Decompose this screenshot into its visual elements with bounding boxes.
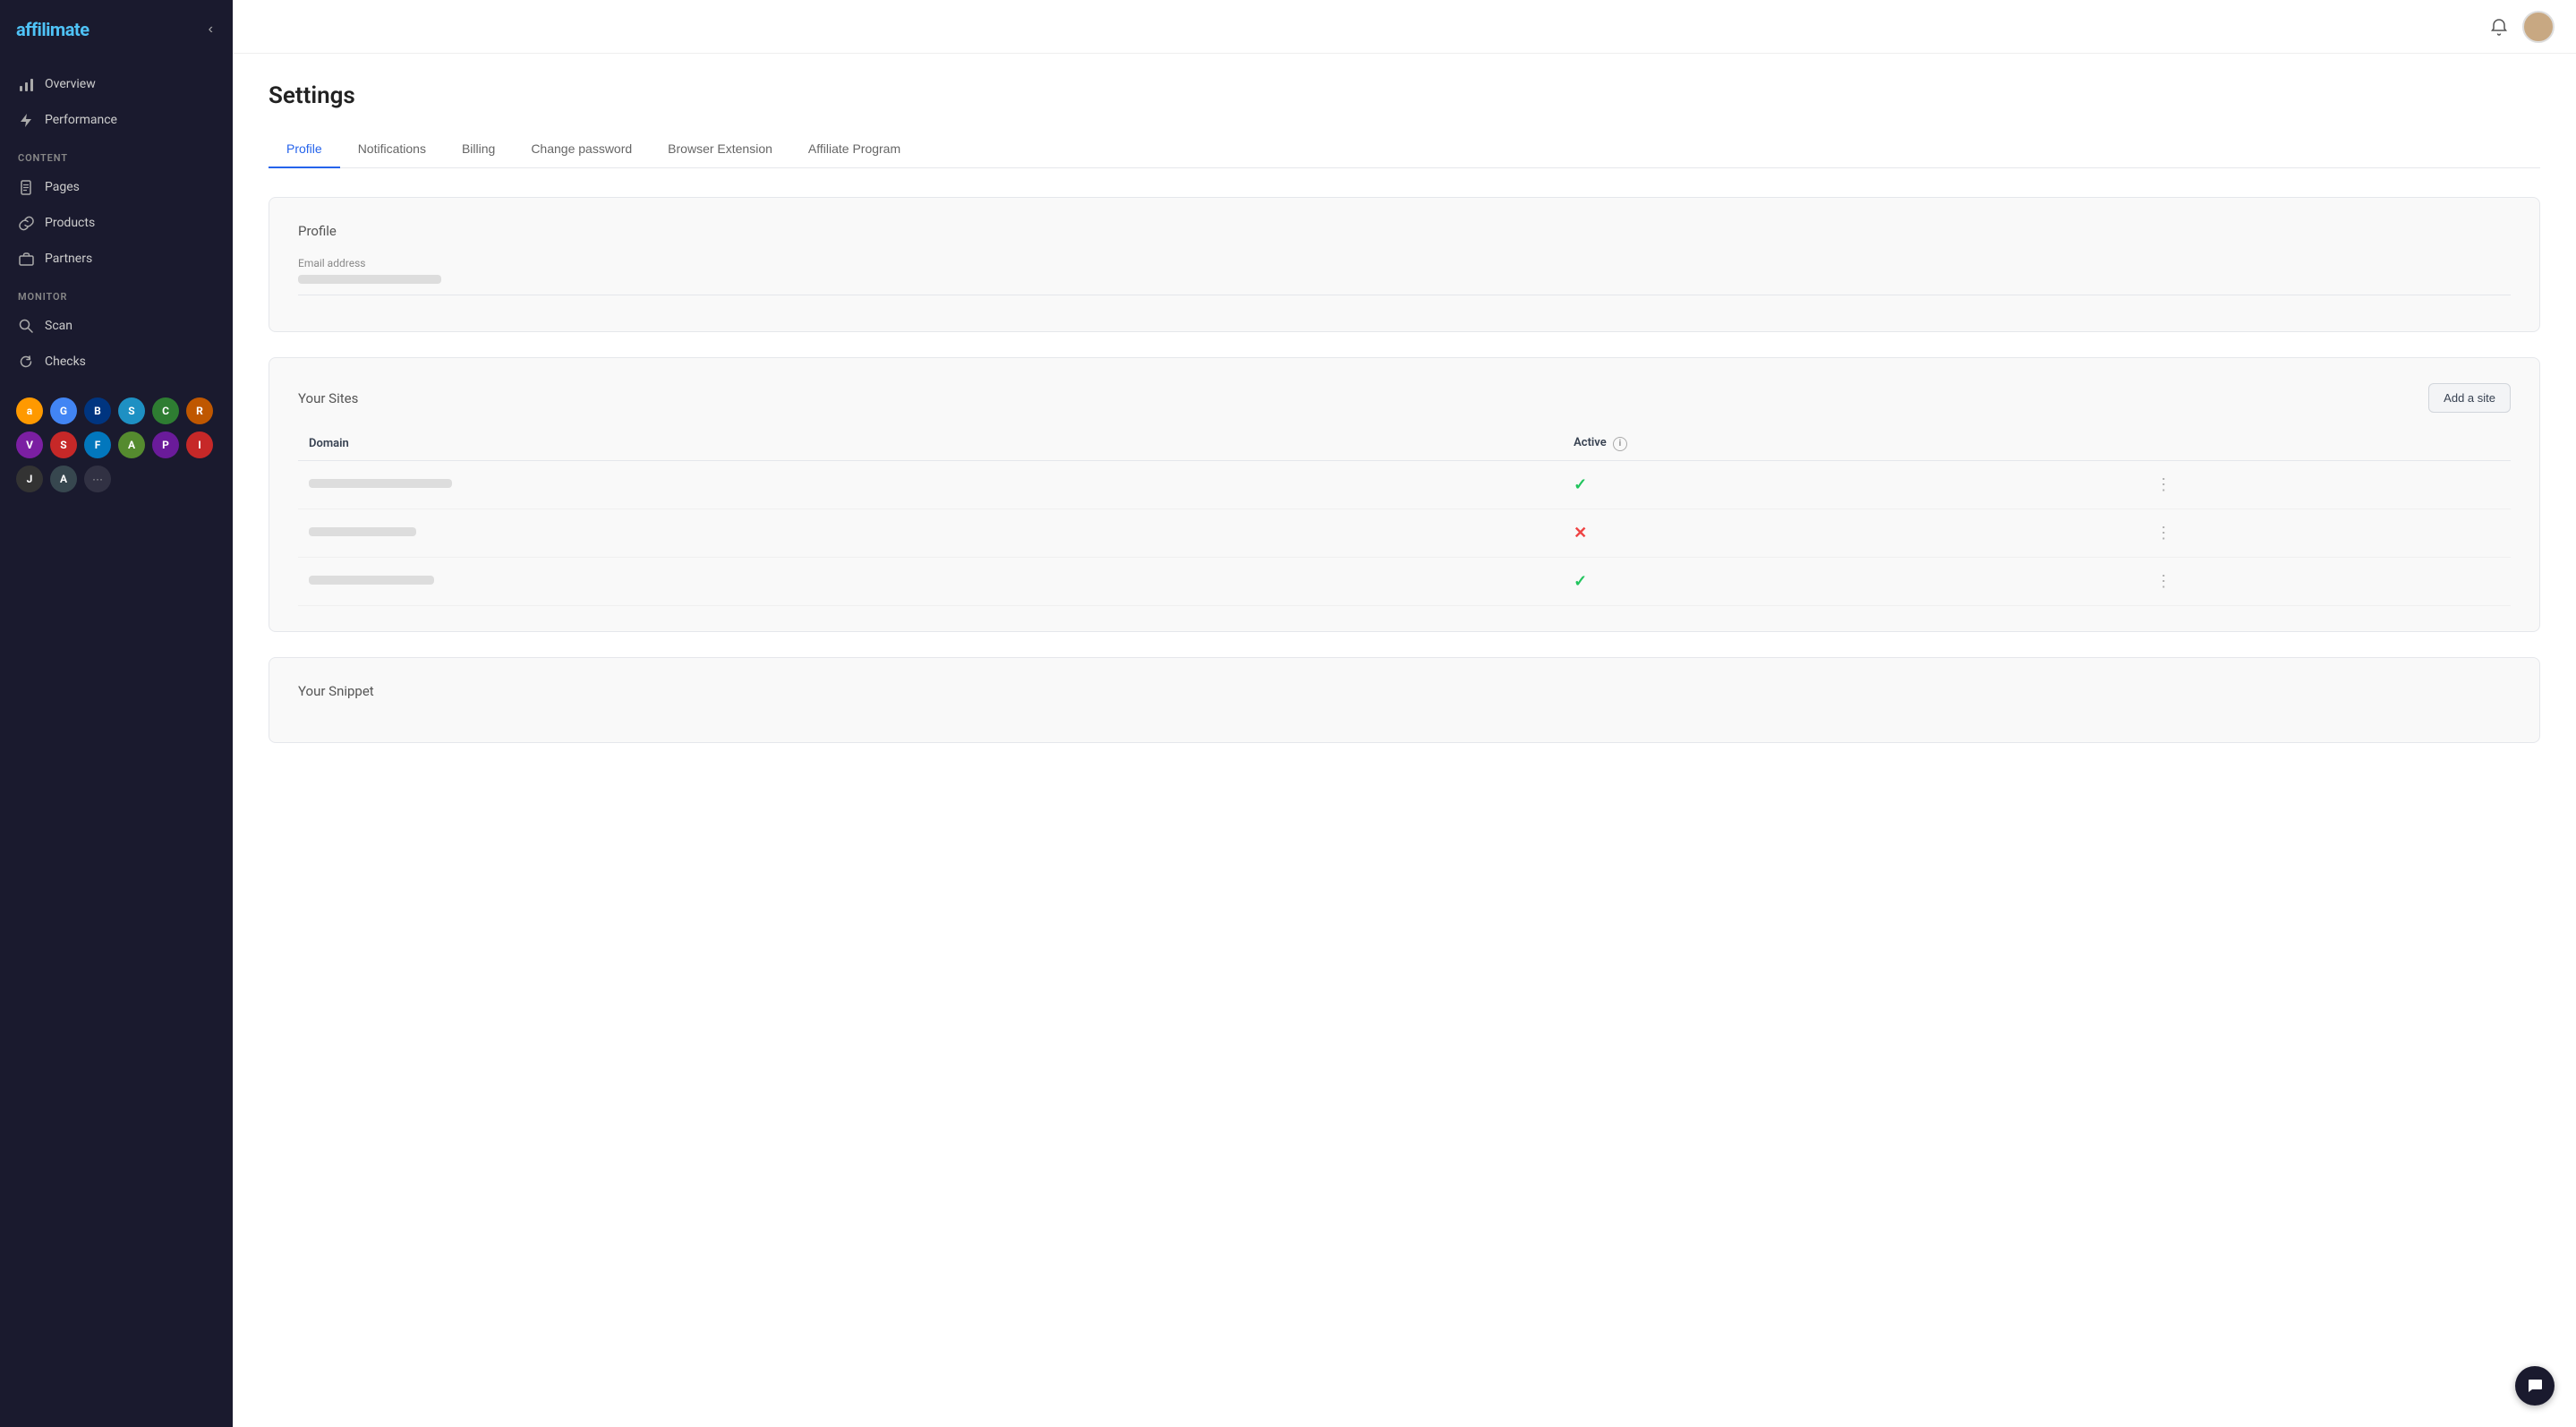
table-row: ✕ ⋮ <box>298 508 2511 557</box>
active-label: Active <box>1574 436 1607 449</box>
actions-cell: ⋮ <box>2139 557 2511 605</box>
partner-icon-jrp[interactable]: J <box>16 466 43 492</box>
sites-table-body: ✓ ⋮ ✕ ⋮ <box>298 460 2511 605</box>
email-field-label: Email address <box>298 257 2511 269</box>
table-row: ✓ ⋮ <box>298 460 2511 508</box>
domain-cell <box>298 508 1563 557</box>
sidebar-item-performance[interactable]: Performance <box>0 102 233 138</box>
row-actions-button[interactable]: ⋮ <box>2150 474 2177 496</box>
content-section-label: CONTENT <box>0 138 233 169</box>
partner-icon-impact[interactable]: I <box>186 432 213 458</box>
active-check-icon: ✓ <box>1574 475 1587 494</box>
sites-section: Your Sites Add a site Domain Active i <box>269 357 2540 632</box>
partner-icon-flexoffers[interactable]: F <box>84 432 111 458</box>
sidebar: affilimate ‹ Overview Performance <box>0 0 233 1427</box>
briefcase-icon <box>18 251 34 267</box>
chat-support-button[interactable] <box>2515 1366 2555 1406</box>
refresh-icon <box>18 354 34 370</box>
partner-icon-amazon[interactable]: a <box>16 397 43 424</box>
sidebar-item-label: Pages <box>45 180 80 194</box>
profile-section: Profile Email address <box>269 197 2540 332</box>
snippet-section: Your Snippet <box>269 657 2540 743</box>
active-info-icon[interactable]: i <box>1613 437 1627 451</box>
sidebar-collapse-button[interactable]: ‹ <box>205 18 217 41</box>
partner-icon-google[interactable]: G <box>50 397 77 424</box>
partner-icon-shareasale[interactable]: S <box>50 432 77 458</box>
monitor-section-label: MONITOR <box>0 277 233 308</box>
tab-browser-extension[interactable]: Browser Extension <box>650 131 790 168</box>
sidebar-item-label: Scan <box>45 319 73 333</box>
sidebar-item-label: Overview <box>45 77 96 91</box>
sites-section-title: Your Sites <box>298 390 358 406</box>
sidebar-item-partners[interactable]: Partners <box>0 241 233 277</box>
inactive-x-icon: ✕ <box>1574 524 1587 543</box>
link-icon <box>18 215 34 231</box>
tab-billing[interactable]: Billing <box>444 131 513 168</box>
tab-notifications[interactable]: Notifications <box>340 131 444 168</box>
sidebar-item-products[interactable]: Products <box>0 205 233 241</box>
search-icon <box>18 318 34 334</box>
actions-cell: ⋮ <box>2139 508 2511 557</box>
actions-cell: ⋮ <box>2139 460 2511 508</box>
partner-icons-grid: a G B S C R V S F A P I J A ··· <box>0 387 233 503</box>
tab-change-password[interactable]: Change password <box>513 131 650 168</box>
sidebar-item-label: Partners <box>45 252 92 266</box>
active-check-icon: ✓ <box>1574 572 1587 591</box>
sidebar-item-label: Checks <box>45 355 86 369</box>
domain-placeholder <box>309 479 452 488</box>
snippet-section-title: Your Snippet <box>298 683 2511 699</box>
active-cell: ✕ <box>1563 508 2139 557</box>
sidebar-item-label: Products <box>45 216 95 230</box>
domain-placeholder <box>309 576 434 585</box>
sites-section-header: Your Sites Add a site <box>298 383 2511 413</box>
lightning-icon <box>18 112 34 128</box>
page-title: Settings <box>269 82 2540 109</box>
sidebar-item-overview[interactable]: Overview <box>0 66 233 102</box>
main-content: Settings Profile Notifications Billing C… <box>233 0 2576 1427</box>
sidebar-item-pages[interactable]: Pages <box>0 169 233 205</box>
row-actions-button[interactable]: ⋮ <box>2150 522 2177 544</box>
domain-placeholder <box>309 527 416 536</box>
sidebar-nav: Overview Performance CONTENT Page <box>0 59 233 387</box>
sidebar-item-label: Performance <box>45 113 117 127</box>
app-logo: affilimate <box>16 19 90 40</box>
tab-affiliate-program[interactable]: Affiliate Program <box>790 131 918 168</box>
email-value-placeholder <box>298 275 441 284</box>
page-icon <box>18 179 34 195</box>
partner-icon-rakuten[interactable]: R <box>186 397 213 424</box>
partner-icons-more-button[interactable]: ··· <box>84 466 111 492</box>
partner-icon-skimlinks[interactable]: S <box>118 397 145 424</box>
table-row: ✓ ⋮ <box>298 557 2511 605</box>
partner-icon-booking[interactable]: B <box>84 397 111 424</box>
notifications-bell-button[interactable] <box>2490 18 2508 36</box>
logo-text: affilimate <box>16 19 90 40</box>
partner-icon-other[interactable]: A <box>50 466 77 492</box>
active-cell: ✓ <box>1563 460 2139 508</box>
partner-icon-cj[interactable]: C <box>152 397 179 424</box>
content-area: Settings Profile Notifications Billing C… <box>233 54 2576 1427</box>
topbar <box>233 0 2576 54</box>
sites-table: Domain Active i ✓ <box>298 427 2511 606</box>
user-avatar[interactable] <box>2522 11 2555 43</box>
partner-icon-awin[interactable]: A <box>118 432 145 458</box>
domain-column-header: Domain <box>298 427 1563 460</box>
partner-icon-viglink[interactable]: V <box>16 432 43 458</box>
sidebar-item-scan[interactable]: Scan <box>0 308 233 344</box>
active-column-header: Active i <box>1563 427 2139 460</box>
partner-icon-partnerize[interactable]: P <box>152 432 179 458</box>
active-cell: ✓ <box>1563 557 2139 605</box>
settings-tabs: Profile Notifications Billing Change pas… <box>269 131 2540 168</box>
domain-cell <box>298 557 1563 605</box>
sidebar-header: affilimate ‹ <box>0 0 233 59</box>
add-site-button[interactable]: Add a site <box>2428 383 2511 413</box>
sidebar-item-checks[interactable]: Checks <box>0 344 233 380</box>
profile-section-title: Profile <box>298 223 2511 239</box>
row-actions-button[interactable]: ⋮ <box>2150 570 2177 593</box>
sites-table-header: Domain Active i <box>298 427 2511 460</box>
chart-icon <box>18 76 34 92</box>
actions-column-header <box>2139 427 2511 460</box>
tab-profile[interactable]: Profile <box>269 131 340 168</box>
domain-cell <box>298 460 1563 508</box>
